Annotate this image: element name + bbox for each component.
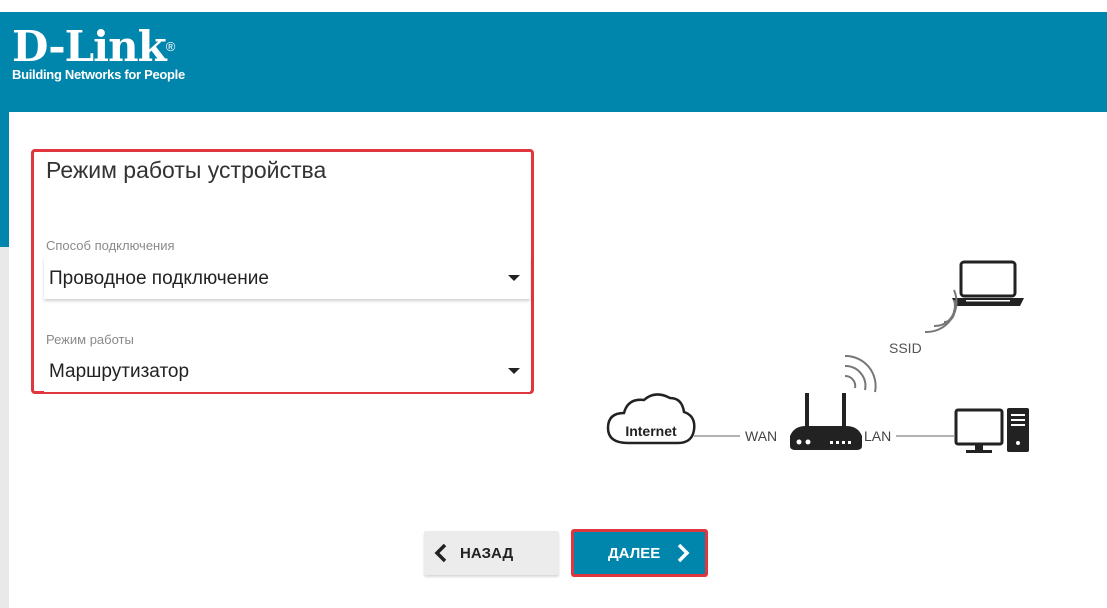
connection-type-label: Способ подключения [46, 238, 175, 253]
logo-tagline: Building Networks for People [12, 67, 185, 82]
left-sidebar-edge [0, 112, 9, 608]
router-wifi-icon [844, 354, 877, 393]
caret-down-icon [508, 368, 520, 374]
router-icon [790, 393, 862, 450]
next-button-label: ДАЛЕЕ [608, 544, 661, 562]
dlink-logo: D-Link® Building Networks for People [12, 26, 185, 83]
left-sidebar-accent [0, 112, 9, 247]
network-diagram: SSID Internet WAN LAN [606, 260, 1029, 453]
connection-type-value: Проводное подключение [49, 268, 269, 289]
back-button-label: НАЗАД [460, 544, 514, 562]
operation-mode-select[interactable]: Маршрутизатор [44, 350, 530, 392]
header-bar: D-Link® Building Networks for People [0, 12, 1107, 112]
caret-down-icon [508, 275, 520, 281]
top-strip [0, 0, 1107, 12]
wan-label: WAN [745, 428, 777, 444]
logo-registered-mark: ® [165, 39, 176, 54]
chevron-left-icon [434, 543, 447, 563]
cloud-icon: Internet [606, 393, 696, 445]
operation-mode-value: Маршрутизатор [49, 361, 190, 382]
chevron-right-icon [678, 543, 690, 563]
connection-type-select[interactable]: Проводное подключение [44, 257, 530, 299]
device-mode-panel: Режим работы устройства Способ подключен… [31, 149, 534, 394]
desktop-computer-icon [954, 408, 1029, 453]
lan-label: LAN [864, 428, 891, 444]
panel-title: Режим работы устройства [46, 157, 327, 183]
internet-label: Internet [625, 423, 677, 439]
back-button[interactable]: НАЗАД [424, 531, 559, 575]
logo-wordmark: D-Link [12, 22, 167, 71]
wifi-waves-icon [924, 289, 958, 334]
next-button[interactable]: ДАЛЕЕ [571, 529, 708, 577]
laptop-icon [952, 260, 1024, 306]
ssid-label: SSID [889, 340, 922, 356]
operation-mode-label: Режим работы [46, 332, 134, 347]
